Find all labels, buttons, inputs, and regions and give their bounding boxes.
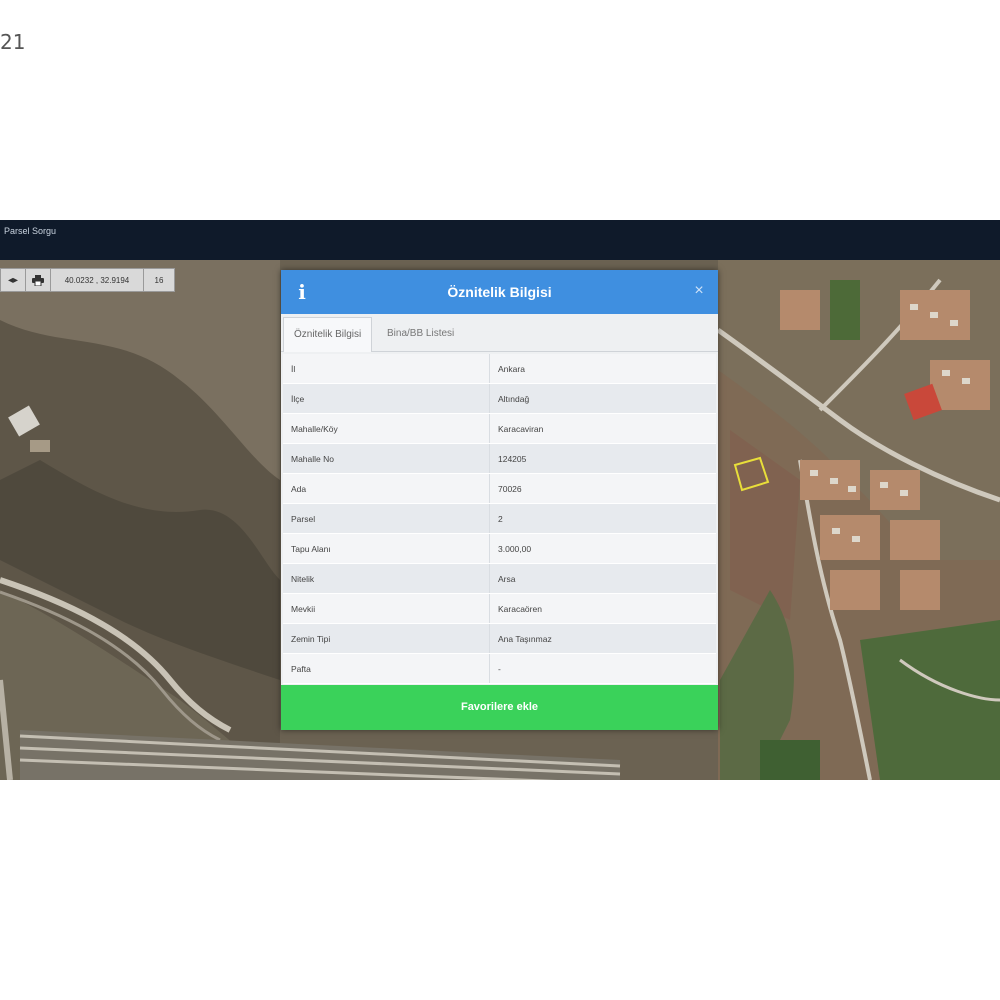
app-title: Parsel Sorgu [4,226,57,236]
attribute-value: 124205 [489,443,716,474]
table-row: Mahalle/Köy Karacaviran [283,413,716,444]
attribute-value: Arsa [489,563,716,594]
coordinates-readout: 40.0232 , 32.9194 [51,269,144,291]
table-row: Mahalle No 124205 [283,443,716,474]
attribute-key: İl [283,354,490,384]
dialog-title: Öznitelik Bilgisi [447,284,552,300]
attribute-key: Ada [283,473,490,504]
top-bar: Parsel Sorgu [0,220,1000,260]
attribute-value: Ankara [489,354,716,384]
zoom-level: 16 [154,275,164,285]
close-icon[interactable]: × [690,282,708,300]
attribute-value: 2 [489,503,716,534]
attribute-key: Tapu Alanı [283,533,490,564]
attribute-value: Karacaören [489,593,716,624]
attribute-key: Zemin Tipi [283,623,490,654]
table-row: İl Ankara [283,354,716,384]
add-favorites-button[interactable]: Favorilere ekle [281,685,718,730]
table-row: Pafta - [283,653,716,684]
attribute-key: Parsel [283,503,490,534]
attribute-key: Mahalle/Köy [283,413,490,444]
attribute-value: 3.000,00 [489,533,716,564]
table-row: Ada 70026 [283,473,716,504]
dialog-header: Öznitelik Bilgisi i × [281,270,718,314]
attribute-value: Altındağ [489,383,716,414]
attribute-value: Ana Taşınmaz [489,623,716,654]
attribute-info-dialog: Öznitelik Bilgisi i × Öznitelik Bilgisi … [281,270,718,730]
arrows-icon[interactable]: ◂▸ [1,269,26,291]
table-row: Zemin Tipi Ana Taşınmaz [283,623,716,654]
attribute-value: - [489,653,716,684]
attribute-key: Nitelik [283,563,490,594]
attribute-value: Karacaviran [489,413,716,444]
table-row: Parsel 2 [283,503,716,534]
attribute-key: Pafta [283,653,490,684]
table-row: Nitelik Arsa [283,563,716,594]
map-toolbar: ◂▸ 40.0232 , 32.9194 16 [0,268,175,292]
tab-building-list[interactable]: Bina/BB Listesi [377,317,464,351]
attribute-key: İlçe [283,383,490,414]
corner-number: 21 [0,30,26,54]
attribute-key: Mevkii [283,593,490,624]
tab-attribute-info[interactable]: Öznitelik Bilgisi [283,317,373,352]
attribute-key: Mahalle No [283,443,490,474]
attribute-value: 70026 [489,473,716,504]
table-row: Tapu Alanı 3.000,00 [283,533,716,564]
table-row: İlçe Altındağ [283,383,716,414]
dialog-tabs: Öznitelik Bilgisi Bina/BB Listesi [281,317,718,352]
attribute-table: İl Ankara İlçe Altındağ Mahalle/Köy Karacavir… [283,354,716,684]
print-icon[interactable] [26,269,51,291]
map-application: Parsel Sorgu ◂▸ 40.0232 , 32.9194 16 Özn… [0,220,1000,780]
info-icon: i [298,280,306,304]
table-row: Mevkii Karacaören [283,593,716,624]
